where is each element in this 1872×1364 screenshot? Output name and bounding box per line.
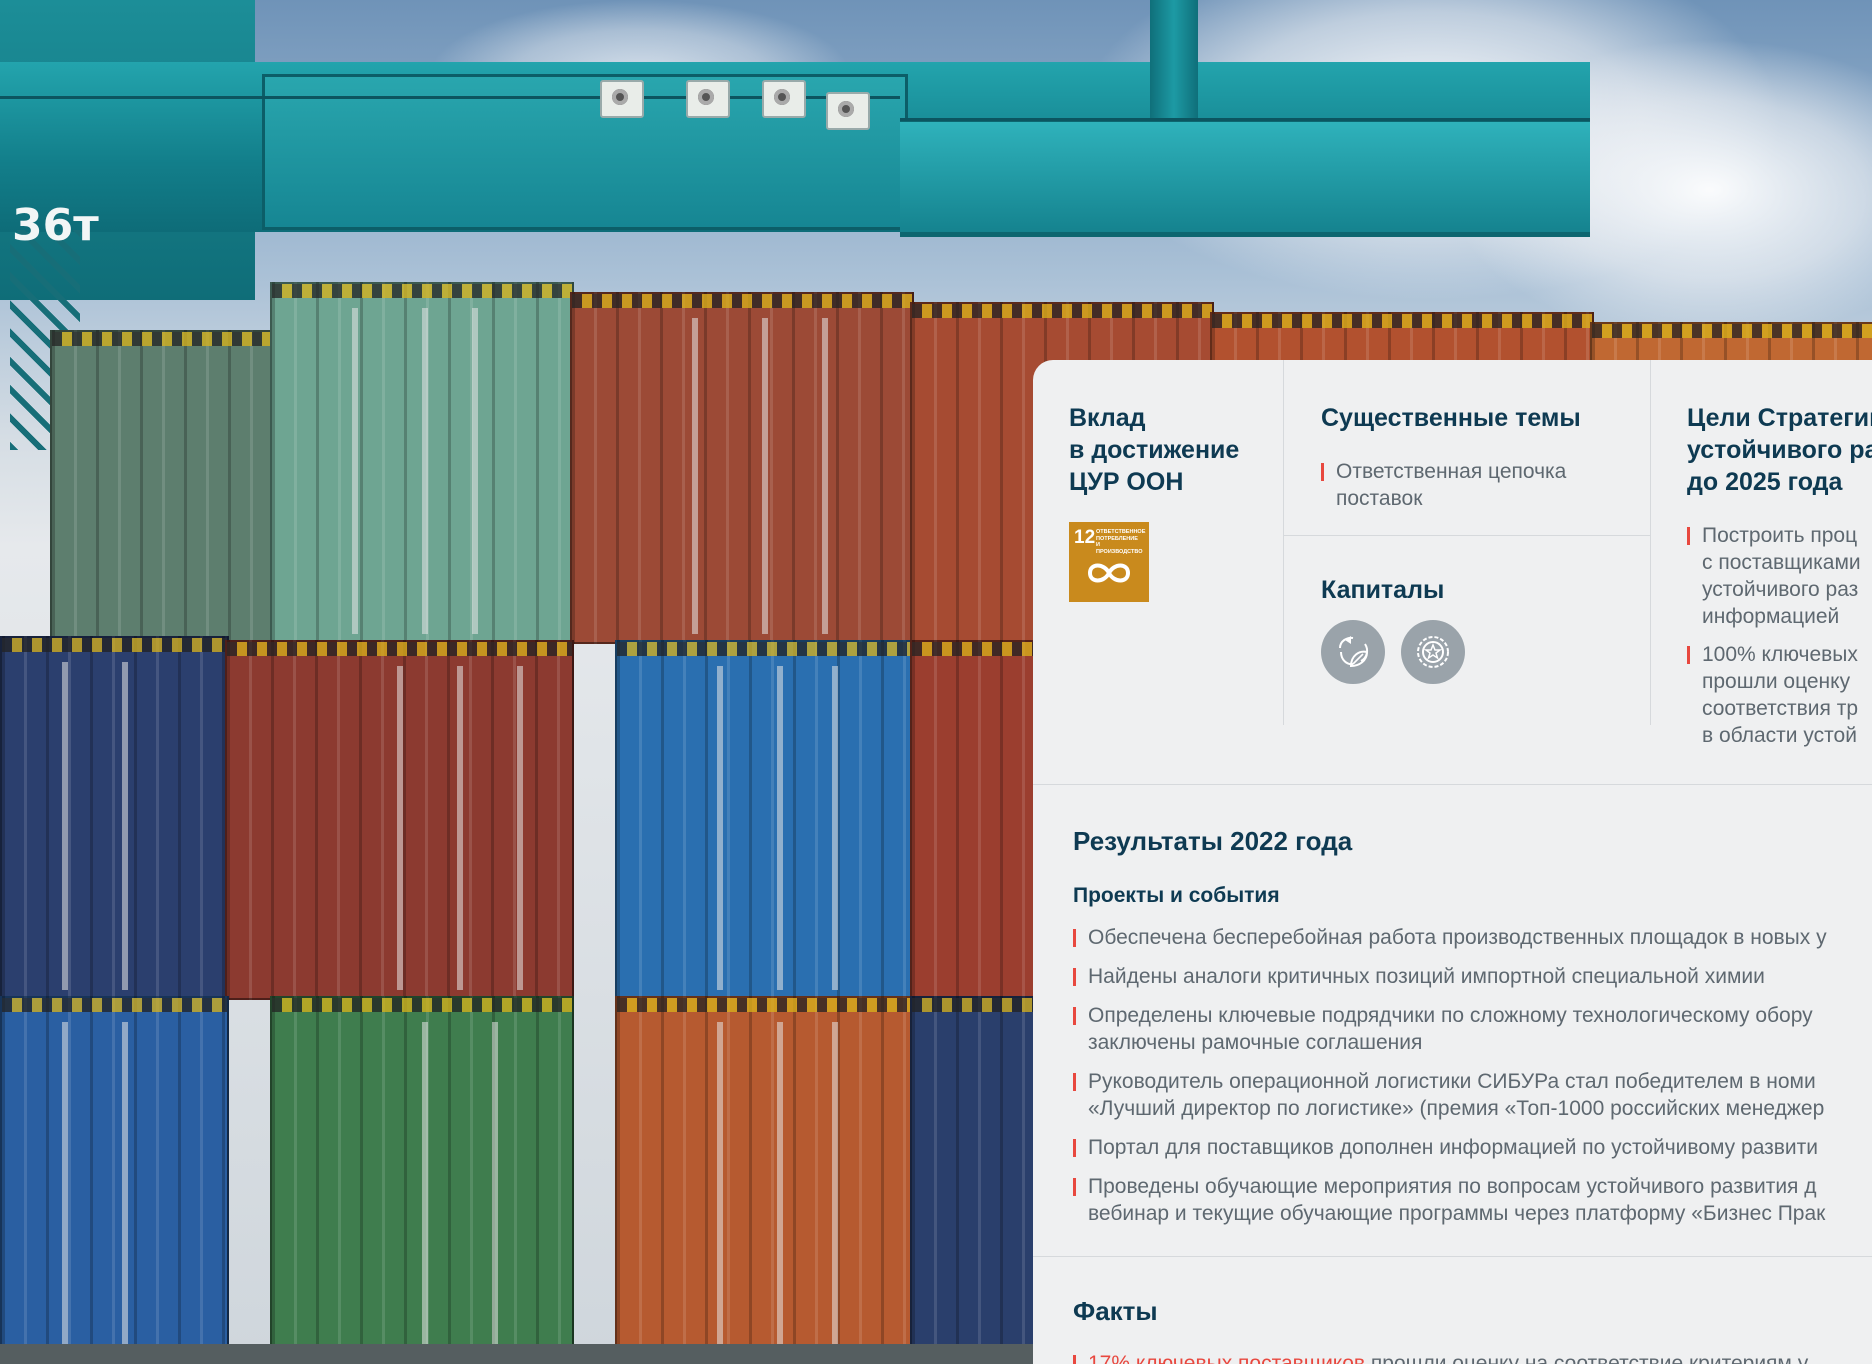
- goals-title: Цели Стратегии устойчивого ра до 2025 го…: [1687, 402, 1872, 498]
- section-divider: [1033, 784, 1872, 785]
- container: [270, 282, 574, 644]
- topic-line: Ответственная цепочка: [1336, 460, 1567, 483]
- crane-tower: [1150, 0, 1198, 120]
- topic-line: поставок: [1336, 487, 1423, 510]
- row-divider: [1283, 535, 1650, 536]
- goals-list: Построить проц с поставщиками устойчивог…: [1687, 522, 1861, 760]
- container: [0, 996, 229, 1364]
- result-line: «Лучший директор по логистике» (премия «…: [1088, 1097, 1825, 1120]
- result-line: Найдены аналоги критичных позиций импорт…: [1088, 965, 1765, 988]
- facts-title: Факты: [1073, 1296, 1158, 1326]
- topics-list: Ответственная цепочка поставок: [1321, 458, 1566, 523]
- sdg-title-line: ЦУР ООН: [1069, 468, 1184, 496]
- air-conditioner: [600, 80, 644, 118]
- capitals-title: Капиталы: [1321, 576, 1445, 604]
- infinity-icon: [1087, 563, 1131, 583]
- result-line: Определены ключевые подрядчики по сложно…: [1088, 1004, 1813, 1027]
- air-conditioner: [686, 80, 730, 118]
- result-line: Проведены обучающие мероприятия по вопро…: [1088, 1175, 1817, 1198]
- goal-line: соответствия тр: [1702, 697, 1859, 720]
- result-line: Обеспечена бесперебойная работа производ…: [1088, 926, 1827, 949]
- sdg-title-line: в достижение: [1069, 436, 1240, 464]
- sdg-number: 12: [1074, 527, 1096, 548]
- list-item: Портал для поставщиков дополнен информац…: [1073, 1134, 1827, 1161]
- sdg-caption: ОТВЕТСТВЕННОЕ ПОТРЕБЛЕНИЕ И ПРОИЗВОДСТВО: [1096, 529, 1146, 555]
- goal-line: устойчивого раз: [1702, 578, 1859, 601]
- fact-highlight: 17% ключевых поставщиков: [1088, 1352, 1366, 1364]
- list-item: Проведены обучающие мероприятия по вопро…: [1073, 1173, 1827, 1227]
- list-item: Руководитель операционной логистики СИБУ…: [1073, 1068, 1827, 1122]
- result-line: заключены рамочные соглашения: [1088, 1031, 1423, 1054]
- facts-list: 17% ключевых поставщиков прошли оценку н…: [1073, 1350, 1808, 1364]
- column-divider: [1650, 360, 1651, 725]
- list-item: Найдены аналоги критичных позиций импорт…: [1073, 963, 1827, 990]
- goal-line: в области устой: [1702, 724, 1857, 747]
- goals-title-line: устойчивого ра: [1687, 436, 1872, 464]
- list-item: Определены ключевые подрядчики по сложно…: [1073, 1002, 1827, 1056]
- container: [570, 292, 914, 644]
- topics-title: Существенные темы: [1321, 404, 1581, 432]
- sdg-title-line: Вклад: [1069, 404, 1146, 432]
- section-divider: [1033, 1256, 1872, 1257]
- list-item: Обеспечена бесперебойная работа производ…: [1073, 924, 1827, 951]
- air-conditioner: [826, 92, 870, 130]
- crane-rail: [900, 118, 1590, 121]
- result-line: вебинар и текущие обучающие программы че…: [1088, 1202, 1826, 1225]
- recycle-leaf-icon: [1321, 620, 1385, 684]
- sdg-12-badge: 12 ОТВЕТСТВЕННОЕ ПОТРЕБЛЕНИЕ И ПРОИЗВОДС…: [1069, 522, 1149, 602]
- sdg-caption-line: ОТВЕТСТВЕННОЕ: [1096, 529, 1146, 535]
- container: [910, 996, 1037, 1364]
- sdg-title: Вклад в достижение ЦУР ООН: [1069, 402, 1239, 498]
- badge-star-icon: [1401, 620, 1465, 684]
- result-line: Руководитель операционной логистики СИБУ…: [1088, 1070, 1816, 1093]
- list-item: Построить проц с поставщиками устойчивог…: [1687, 522, 1861, 630]
- container: [615, 640, 914, 1000]
- info-panel: Вклад в достижение ЦУР ООН 12 ОТВЕТСТВЕН…: [1033, 360, 1872, 1364]
- container: [50, 330, 284, 644]
- goal-line: Построить проц: [1702, 524, 1858, 547]
- container: [270, 996, 574, 1364]
- container: [0, 636, 229, 1000]
- results-title: Результаты 2022 года: [1073, 826, 1353, 856]
- list-item: 17% ключевых поставщиков прошли оценку н…: [1073, 1350, 1808, 1364]
- fact-text: прошли оценку на соответствие критериям …: [1365, 1352, 1809, 1364]
- container: [615, 996, 914, 1364]
- goal-line: 100% ключевых: [1702, 643, 1858, 666]
- list-item: 100% ключевых прошли оценку соответствия…: [1687, 641, 1861, 749]
- goal-line: с поставщиками: [1702, 551, 1861, 574]
- sdg-caption-line: ПОТРЕБЛЕНИЕ: [1096, 535, 1138, 542]
- result-line: Портал для поставщиков дополнен информац…: [1088, 1136, 1818, 1159]
- air-conditioner: [762, 80, 806, 118]
- container: [910, 640, 1037, 1000]
- list-item: Ответственная цепочка поставок: [1321, 458, 1566, 512]
- goal-line: прошли оценку: [1702, 670, 1851, 693]
- results-subtitle: Проекты и события: [1073, 884, 1280, 907]
- column-divider: [1283, 360, 1284, 725]
- container: [225, 640, 574, 1000]
- goal-line: информацией: [1702, 605, 1840, 628]
- crane-arm: [900, 118, 1590, 237]
- results-list: Обеспечена бесперебойная работа производ…: [1073, 924, 1827, 1239]
- goals-title-line: Цели Стратегии: [1687, 404, 1872, 432]
- goals-title-line: до 2025 года: [1687, 468, 1843, 496]
- sdg-caption-line: И ПРОИЗВОДСТВО: [1096, 542, 1143, 555]
- crane-capacity-label: 36т: [12, 200, 99, 251]
- panel-header-row: Вклад в достижение ЦУР ООН 12 ОТВЕТСТВЕН…: [1033, 360, 1872, 784]
